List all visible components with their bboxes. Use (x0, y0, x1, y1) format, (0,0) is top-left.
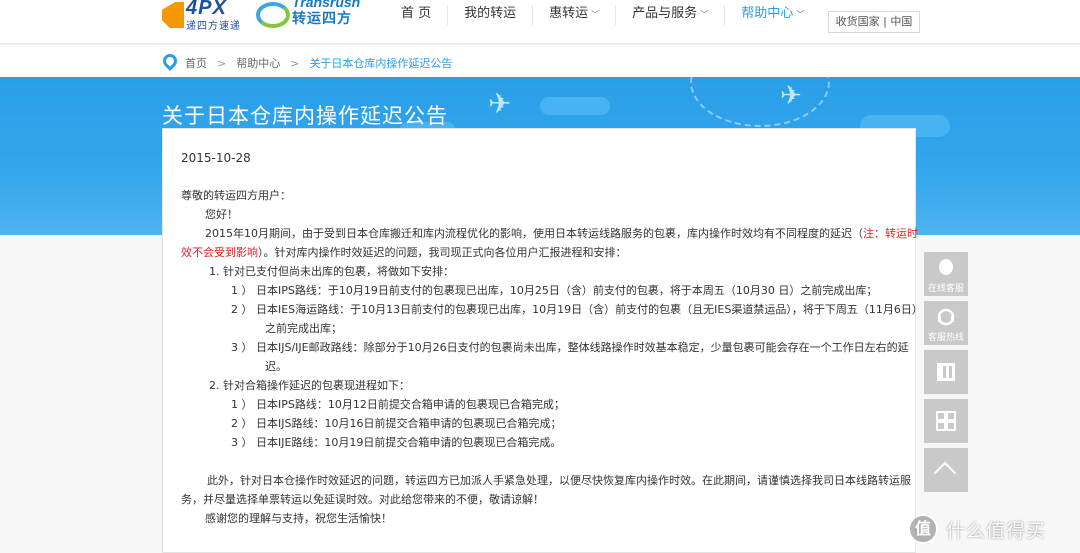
section-1-item-1: 1 ） 日本IPS路线：于10月19日前支付的包裹现已出库，10月25日（含）前… (231, 284, 878, 297)
section-1-item-3: 3 ） 日本IJS/IJE邮政路线：除部分于10月26日支付的包裹尚未出库，整体… (231, 341, 909, 354)
logo-4px[interactable]: 4PX 递四方速递 (162, 0, 246, 32)
nav-my-transfer-label: 我的转运 (464, 6, 517, 21)
nav-promotions-label: 惠转运 (549, 6, 589, 21)
main-nav: 首 页 我的转运 惠转运 ﹀ 产品与服务 ﹀ 帮助中心 ﹀ (385, 0, 820, 30)
article-intro-line-2: 效不会受到影响）。针对库内操作时效延迟的问题，我司现正式向各位用户汇报进程和安排… (181, 244, 627, 260)
article-date: 2015-10-28 (181, 151, 251, 165)
article-hello: 您好！ (205, 208, 238, 221)
breadcrumb-current[interactable]: 关于日本仓库内操作延迟公告 (309, 55, 452, 71)
logo-transrush[interactable]: Transrush 转运四方 (256, 0, 366, 30)
intro-text: 2015年10月期间，由于受到日本仓库搬迁和库内流程优化的影响，使用日本转运线路… (205, 227, 863, 240)
back-to-top-button[interactable] (924, 448, 968, 492)
article-card: 2015-10-28 尊敬的转运四方用户： 您好！ 2015年10月期间，由于受… (162, 128, 923, 553)
airplane-icon: ✈ (780, 81, 802, 111)
chevron-down-icon: ﹀ (796, 10, 805, 19)
region-selector[interactable]: 收货国家 | 中国 (828, 11, 920, 33)
section-1-item-3-cont: 迟。 (265, 360, 287, 373)
location-pin-icon (160, 51, 180, 71)
section-2-item-2: 2 ） 日本IJS路线：10月16日前提交合箱申请的包裹现已合箱完成； (231, 417, 562, 430)
hotline-button[interactable]: 客服热线 (924, 301, 968, 345)
watermark-logo: 值 (908, 514, 938, 544)
nav-home[interactable]: 首 页 (385, 0, 447, 28)
logo-transrush-cn: 转运四方 (292, 11, 352, 27)
watermark: 值 什么值得买 (908, 510, 1080, 546)
transrush-ring-icon (256, 2, 290, 28)
chevron-down-icon: ﹀ (591, 10, 600, 19)
article-outro-line-1: 此外，针对日本仓操作时效延迟的问题，转运四方已加派人手紧急处理，以便尽快恢复库内… (207, 474, 911, 487)
article-intro-line-1: 2015年10月期间，由于受到日本仓库搬迁和库内流程优化的影响，使用日本转运线路… (205, 225, 918, 241)
nav-my-transfer[interactable]: 我的转运 (448, 0, 532, 28)
section-2-title: 2. 针对合箱操作延迟的包裹现进程如下： (209, 379, 410, 392)
site-header: 4PX 递四方速递 Transrush 转运四方 首 页 我的转运 惠转运 ﹀ 产… (0, 0, 1080, 44)
breadcrumb: 首页 > 帮助中心 > 关于日本仓库内操作延迟公告 (185, 55, 452, 71)
intro-text: ）。针对库内操作时效延迟的问题，我司现正式向各位用户汇报进程和安排： (258, 246, 627, 259)
floating-toolbar: 在线客服 客服热线 (924, 252, 968, 497)
watermark-text: 什么值得买 (946, 520, 1047, 542)
breadcrumb-separator-icon: > (217, 56, 227, 70)
section-1-item-2-cont: 之前完成出库； (265, 322, 342, 335)
qrcode-button[interactable] (924, 350, 968, 394)
hotline-label: 客服热线 (927, 333, 964, 343)
headset-icon (937, 308, 955, 326)
section-2-item-1: 1 ） 日本IPS路线：10月12日前提交合箱申请的包裹现已合箱完成； (231, 398, 565, 411)
article-greeting: 尊敬的转运四方用户： (181, 189, 291, 202)
online-service-label: 在线客服 (927, 284, 964, 294)
breadcrumb-separator-icon: > (290, 56, 300, 70)
nav-help-center[interactable]: 帮助中心 ﹀ (725, 0, 820, 28)
flight-path-decoration (690, 77, 830, 127)
nav-products-services-label: 产品与服务 (632, 6, 698, 21)
qrcode-icon (937, 363, 955, 381)
article-outro-line-2: 务，并尽量选择单票转运以免延误时效。对此给您带来的不便，敬请谅解！ (181, 493, 544, 506)
section-2-item-3: 3 ） 日本IJE路线：10月19日前提交合箱申请的包裹现已合箱完成。 (231, 436, 562, 449)
intro-note: 效不会受到影响 (181, 246, 258, 259)
breadcrumb-help[interactable]: 帮助中心 (236, 55, 280, 71)
breadcrumb-bar: 首页 > 帮助中心 > 关于日本仓库内操作延迟公告 (0, 45, 1080, 77)
4px-logo-mark-icon (162, 2, 184, 28)
grid-icon (936, 411, 956, 431)
section-1-title: 1. 针对已支付但尚未出库的包裹，将做如下安排： (209, 265, 454, 278)
logo-4px-subtitle: 递四方速递 (186, 21, 241, 32)
nav-products-services[interactable]: 产品与服务 ﹀ (616, 0, 724, 28)
cloud-decoration (540, 97, 610, 115)
nav-home-label: 首 页 (401, 6, 432, 21)
section-1-item-2: 2 ） 日本IES海运路线：于10月13日前支付的包裹现已出库，10月19日（含… (231, 303, 923, 316)
chevron-up-icon (933, 461, 957, 485)
article-thanks: 感谢您的理解与支持，祝您生活愉快！ (205, 512, 392, 525)
chevron-down-icon: ﹀ (700, 10, 709, 19)
app-qrcode-button[interactable] (924, 399, 968, 443)
breadcrumb-home[interactable]: 首页 (185, 55, 207, 71)
online-service-button[interactable]: 在线客服 (924, 252, 968, 296)
nav-help-center-label: 帮助中心 (741, 6, 794, 21)
nav-promotions[interactable]: 惠转运 ﹀ (533, 0, 615, 28)
page-title: 关于日本仓库内操作延迟公告 (162, 104, 448, 128)
intro-note: 注：转运时 (863, 227, 918, 240)
airplane-icon: ✈ (488, 87, 512, 120)
chat-bubble-icon (939, 259, 953, 275)
